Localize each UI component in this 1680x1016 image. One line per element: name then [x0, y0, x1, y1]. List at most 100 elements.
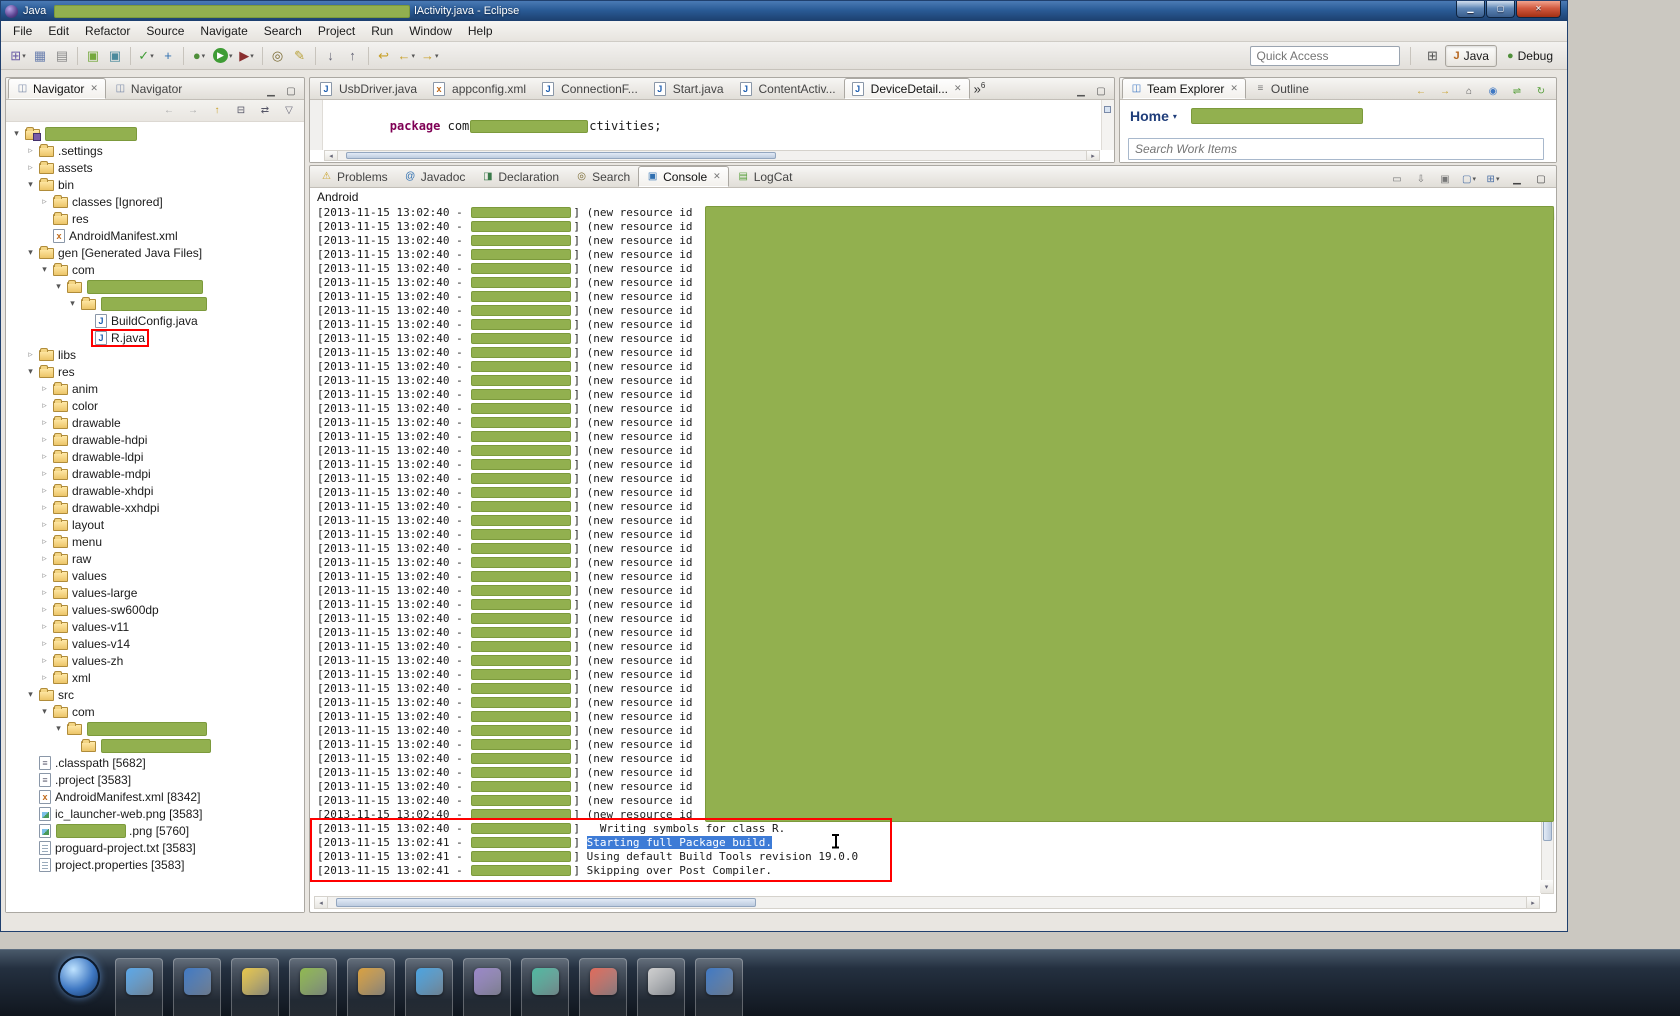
- expand-arrow-icon[interactable]: ▾: [24, 179, 37, 190]
- scroll-lock-icon[interactable]: ⇩: [1410, 171, 1432, 187]
- expand-arrow-icon[interactable]: ▹: [24, 162, 37, 173]
- tree-item[interactable]: BuildConfig.java: [6, 312, 304, 329]
- menu-refactor[interactable]: Refactor: [77, 22, 138, 40]
- lint-check-icon[interactable]: ✓ ▾: [135, 45, 157, 67]
- home-dropdown[interactable]: Home: [1130, 108, 1169, 124]
- next-annotation-icon[interactable]: ↓: [320, 45, 342, 67]
- tree-item[interactable]: AndroidManifest.xml: [6, 227, 304, 244]
- connect-icon[interactable]: ⇌: [1506, 83, 1528, 99]
- editor-tab-start-java[interactable]: Start.java: [646, 78, 732, 99]
- close-icon[interactable]: ✕: [954, 83, 962, 94]
- view-tab-logcat[interactable]: ▤ LogCat: [729, 166, 801, 187]
- taskbar-app-icon[interactable]: [173, 958, 221, 1016]
- expand-arrow-icon[interactable]: ▾: [10, 128, 23, 139]
- clear-console-icon[interactable]: ▭: [1386, 171, 1408, 187]
- print-icon[interactable]: ▤: [51, 45, 73, 67]
- tree-item[interactable]: ▹ color: [6, 397, 304, 414]
- title-bar[interactable]: Java lActivity.java - Eclipse ▁ ▢ ✕: [1, 1, 1567, 21]
- maximize-icon[interactable]: ▢: [1092, 83, 1110, 99]
- last-edit-location-icon[interactable]: ↩: [373, 45, 395, 67]
- view-tab-problems[interactable]: ⚠ Problems: [312, 166, 396, 187]
- menu-navigate[interactable]: Navigate: [192, 22, 255, 40]
- tree-item[interactable]: ▾: [6, 720, 304, 737]
- taskbar-app-icon[interactable]: [579, 958, 627, 1016]
- tree-item[interactable]: ▹ classes [Ignored]: [6, 193, 304, 210]
- web-portal-icon[interactable]: ◉: [1482, 83, 1504, 99]
- expand-arrow-icon[interactable]: ▹: [38, 434, 51, 445]
- view-tab-javadoc[interactable]: @ Javadoc: [396, 166, 474, 187]
- view-tab-team-explorer[interactable]: ◫ Team Explorer ✕: [1122, 78, 1246, 99]
- expand-arrow-icon[interactable]: ▹: [38, 451, 51, 462]
- expand-arrow-icon[interactable]: ▹: [38, 536, 51, 547]
- console-horizontal-scrollbar[interactable]: ◂ ▸: [314, 896, 1540, 909]
- debug-perspective-button[interactable]: ● Debug: [1499, 45, 1561, 67]
- close-icon[interactable]: ✕: [713, 171, 721, 182]
- tree-item[interactable]: ▾: [6, 125, 304, 142]
- debug-icon[interactable]: ● ▾: [188, 45, 210, 67]
- back-icon[interactable]: ←: [158, 103, 180, 119]
- expand-arrow-icon[interactable]: ▹: [38, 502, 51, 513]
- taskbar-app-icon[interactable]: [289, 958, 337, 1016]
- menu-window[interactable]: Window: [401, 22, 460, 40]
- expand-arrow-icon[interactable]: ▹: [38, 400, 51, 411]
- close-icon[interactable]: ✕: [1230, 83, 1238, 94]
- editor-tab-contentactiv[interactable]: ContentActiv...: [732, 78, 844, 99]
- search-work-items-input[interactable]: [1128, 138, 1544, 160]
- tree-item[interactable]: R.java: [6, 328, 304, 347]
- tree-item[interactable]: ▾ bin: [6, 176, 304, 193]
- menu-project[interactable]: Project: [310, 22, 363, 40]
- tree-item[interactable]: ▾: [6, 295, 304, 312]
- taskbar-app-icon[interactable]: [695, 958, 743, 1016]
- navigator-tree[interactable]: ▾ ▹ .settings ▹ assets ▾ bin ▹ classes [Ignored]…: [6, 122, 304, 912]
- expand-arrow-icon[interactable]: ▹: [38, 587, 51, 598]
- scroll-right-icon[interactable]: ▸: [1526, 897, 1539, 908]
- tree-item[interactable]: .project [3583]: [6, 771, 304, 788]
- tree-item[interactable]: ▹ values-large: [6, 584, 304, 601]
- external-tools-icon[interactable]: ▶ ▾: [236, 45, 258, 67]
- scrollbar-thumb[interactable]: [346, 152, 776, 159]
- tree-item[interactable]: ▹ values-sw600dp: [6, 601, 304, 618]
- tree-item[interactable]: ▹ .settings: [6, 142, 304, 159]
- display-selected-console-icon[interactable]: ▢ ▾: [1458, 171, 1480, 187]
- tree-item[interactable]: res: [6, 210, 304, 227]
- taskbar-app-icon[interactable]: [231, 958, 279, 1016]
- editor-tab-usbdriver-java[interactable]: UsbDriver.java: [312, 78, 425, 99]
- view-tab-outline[interactable]: ≡ Outline: [1246, 78, 1317, 99]
- open-perspective-icon[interactable]: ⊞: [1421, 45, 1443, 67]
- view-tab-navigator[interactable]: ◫ Navigator ✕: [8, 78, 106, 99]
- new-wizard-icon[interactable]: ⊞ ▾: [7, 45, 29, 67]
- tree-item[interactable]: ▹ xml: [6, 669, 304, 686]
- scrollbar-thumb[interactable]: [336, 898, 756, 907]
- home-icon[interactable]: ⌂: [1458, 83, 1480, 99]
- open-console-icon[interactable]: ⊞ ▾: [1482, 171, 1504, 187]
- tree-item[interactable]: ▹ values: [6, 567, 304, 584]
- editor-tab-appconfig-xml[interactable]: appconfig.xml: [425, 78, 534, 99]
- tree-item[interactable]: ▹ drawable: [6, 414, 304, 431]
- forward-icon[interactable]: →: [1434, 83, 1456, 99]
- expand-arrow-icon[interactable]: ▾: [66, 298, 79, 309]
- tree-item[interactable]: ic_launcher-web.png [3583]: [6, 805, 304, 822]
- mark-occurrences-icon[interactable]: ✎: [289, 45, 311, 67]
- team-explorer-home-row[interactable]: Home ▾: [1130, 108, 1363, 124]
- save-icon[interactable]: ▦: [29, 45, 51, 67]
- expand-arrow-icon[interactable]: ▾: [24, 247, 37, 258]
- collapse-all-icon[interactable]: ⊟: [230, 103, 252, 119]
- expand-arrow-icon[interactable]: ▹: [38, 638, 51, 649]
- tree-item[interactable]: [6, 737, 304, 754]
- link-with-editor-icon[interactable]: ⇄: [254, 103, 276, 119]
- tree-item[interactable]: ▾ com: [6, 703, 304, 720]
- scroll-down-icon[interactable]: ▾: [1540, 880, 1553, 893]
- minimize-icon[interactable]: ▁: [262, 83, 280, 99]
- expand-arrow-icon[interactable]: ▹: [24, 145, 37, 156]
- view-tab-console[interactable]: ▣ Console ✕: [638, 166, 729, 187]
- tree-item[interactable]: project.properties [3583]: [6, 856, 304, 873]
- minimize-icon[interactable]: ▁: [1506, 171, 1528, 187]
- expand-arrow-icon[interactable]: ▾: [52, 281, 65, 292]
- expand-arrow-icon[interactable]: ▹: [38, 519, 51, 530]
- menu-run[interactable]: Run: [363, 22, 401, 40]
- tree-item[interactable]: ▹ values-zh: [6, 652, 304, 669]
- view-tab-search[interactable]: ◎ Search: [567, 166, 638, 187]
- tree-item[interactable]: .png [5760]: [6, 822, 304, 839]
- tree-item[interactable]: ▹ values-v14: [6, 635, 304, 652]
- view-tab-declaration[interactable]: ◨ Declaration: [473, 166, 567, 187]
